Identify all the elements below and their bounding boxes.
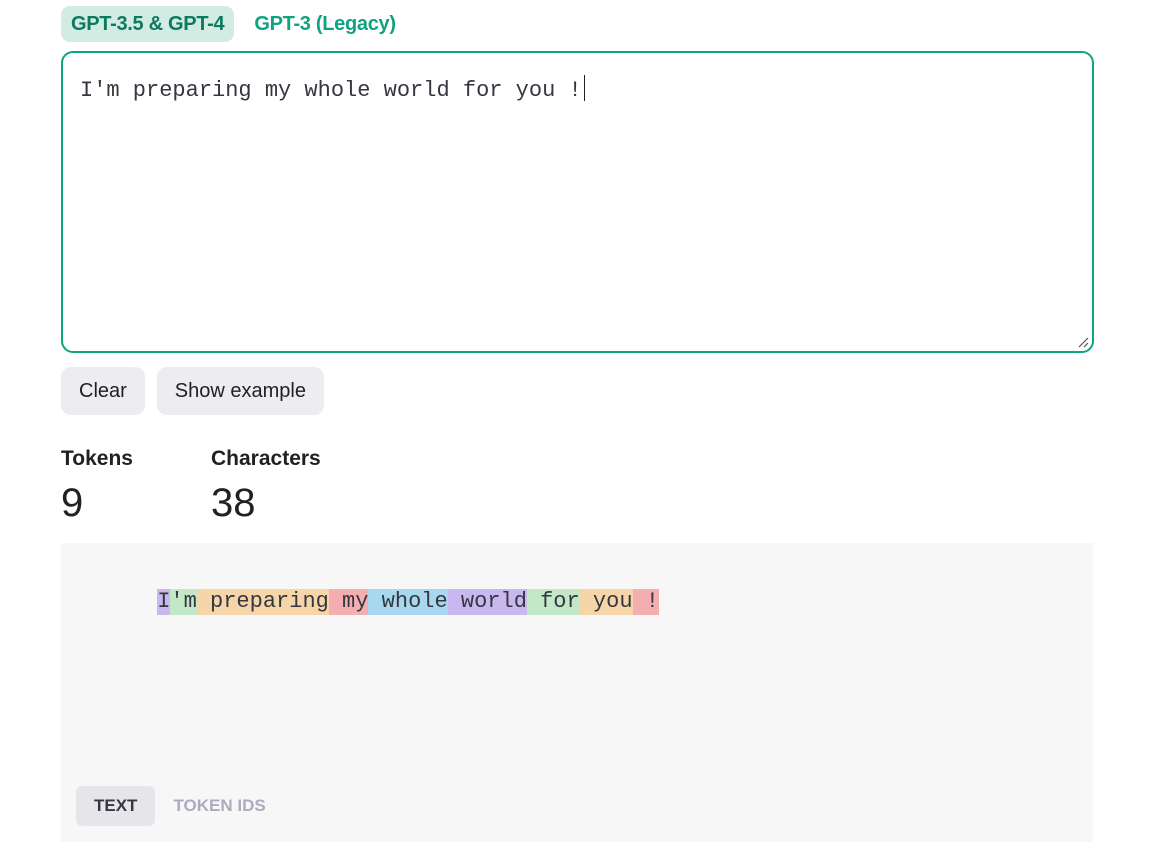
text-caret — [583, 75, 585, 101]
tokenized-text: I'm preparing my whole world for you ! — [78, 563, 659, 641]
tokens-stat: Tokens 9 — [61, 445, 211, 531]
token: for — [526, 589, 580, 615]
action-buttons: Clear Show example — [61, 367, 324, 415]
tokenizer-page: GPT-3.5 & GPT-4 GPT-3 (Legacy) I'm prepa… — [0, 0, 1169, 862]
tab-gpt-35-gpt-4[interactable]: GPT-3.5 & GPT-4 — [61, 6, 235, 42]
view-tabs: TEXT TOKEN IDS — [76, 786, 284, 826]
token: whole — [368, 589, 448, 615]
tokenized-output-panel: I'm preparing my whole world for you ! T… — [61, 543, 1093, 842]
text-input-value: I'm preparing my whole world for you ! — [80, 75, 585, 103]
tab-token-ids[interactable]: TOKEN IDS — [155, 786, 283, 826]
tokens-label: Tokens — [61, 447, 133, 470]
token: you — [579, 589, 633, 615]
token: 'm — [170, 589, 197, 615]
show-example-button[interactable]: Show example — [156, 367, 324, 415]
characters-stat: Characters 38 — [211, 445, 361, 531]
resize-handle-icon[interactable] — [1077, 336, 1089, 348]
text-input[interactable]: I'm preparing my whole world for you ! — [61, 51, 1094, 353]
model-tabs: GPT-3.5 & GPT-4 GPT-3 (Legacy) — [61, 6, 406, 42]
token-stats: Tokens 9 Characters 38 — [61, 445, 361, 531]
tab-text[interactable]: TEXT — [76, 786, 156, 826]
token: I — [157, 589, 171, 615]
clear-button[interactable]: Clear — [61, 367, 145, 415]
tab-gpt-3-legacy[interactable]: GPT-3 (Legacy) — [244, 6, 405, 42]
characters-count: 38 — [211, 481, 256, 525]
token: my — [328, 589, 369, 615]
characters-label: Characters — [211, 447, 321, 470]
token: ! — [632, 589, 659, 615]
token: world — [447, 589, 527, 615]
token: preparing — [196, 589, 329, 615]
tokens-count: 9 — [61, 481, 84, 525]
